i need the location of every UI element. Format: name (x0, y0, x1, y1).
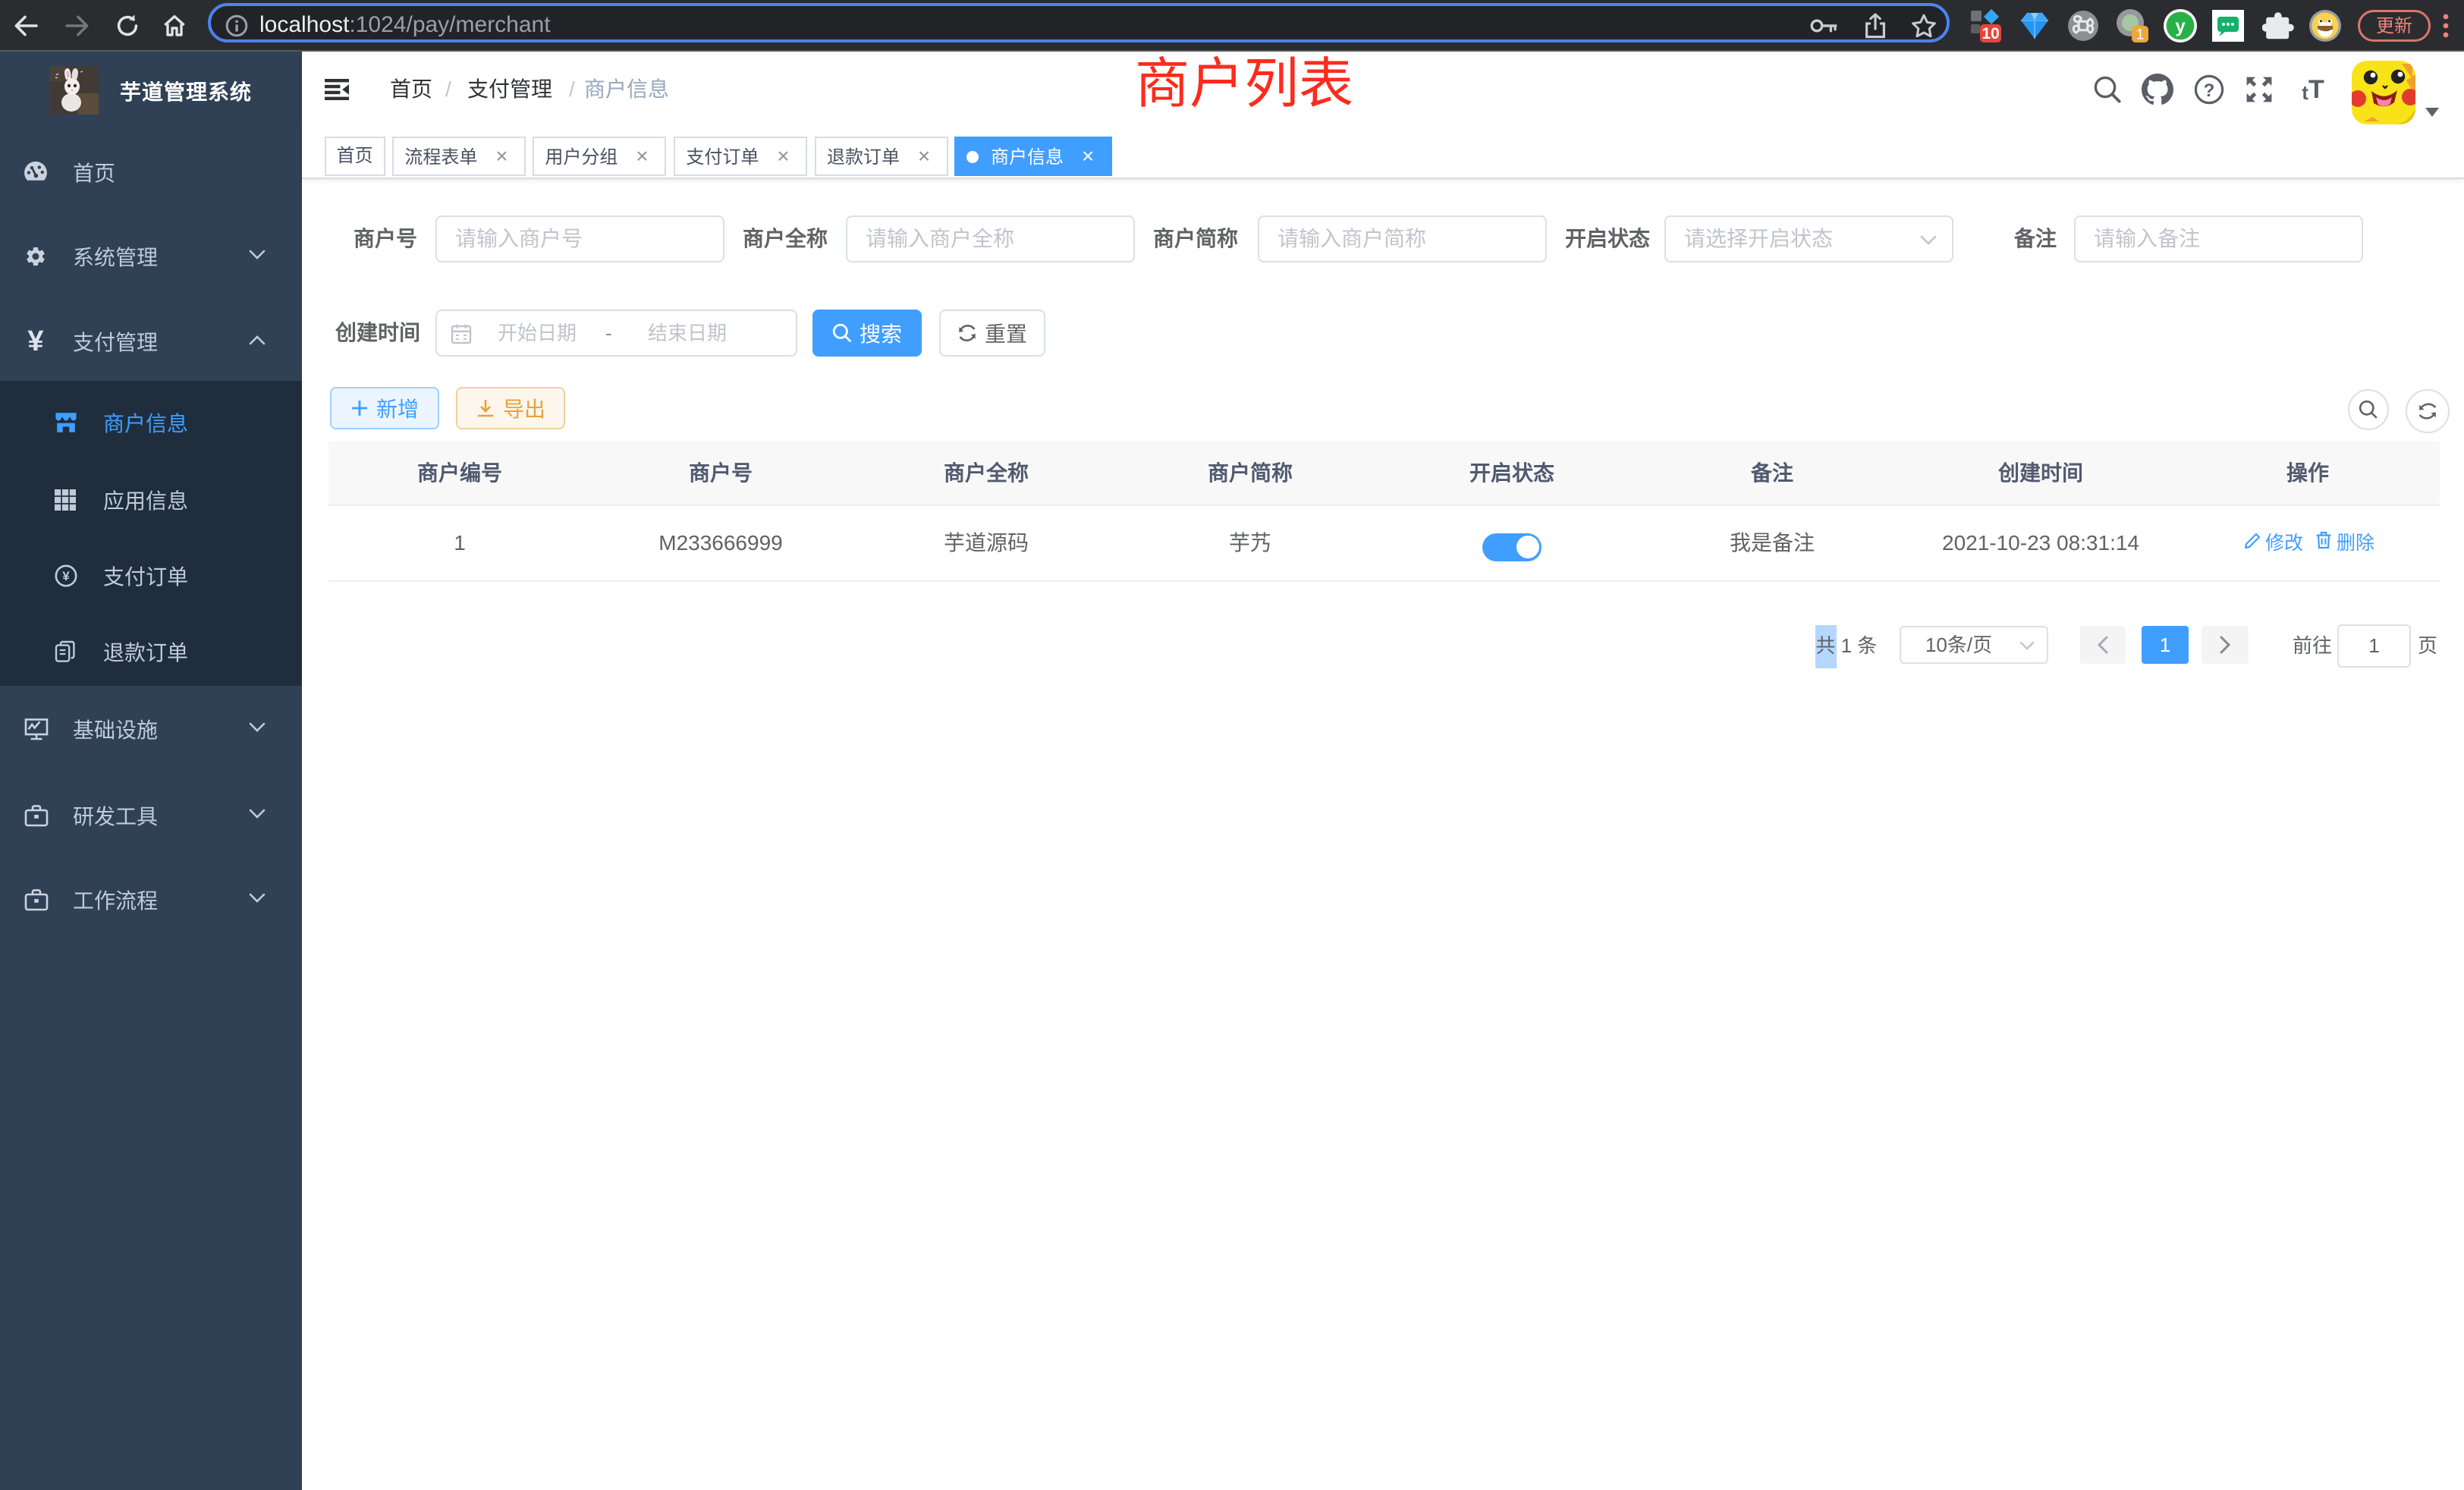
svg-text:1: 1 (2136, 27, 2145, 42)
svg-text:¥: ¥ (62, 569, 70, 583)
svg-text:y: y (2175, 17, 2186, 37)
svg-text:10: 10 (1982, 25, 1999, 42)
svg-text:?: ? (2204, 80, 2215, 101)
